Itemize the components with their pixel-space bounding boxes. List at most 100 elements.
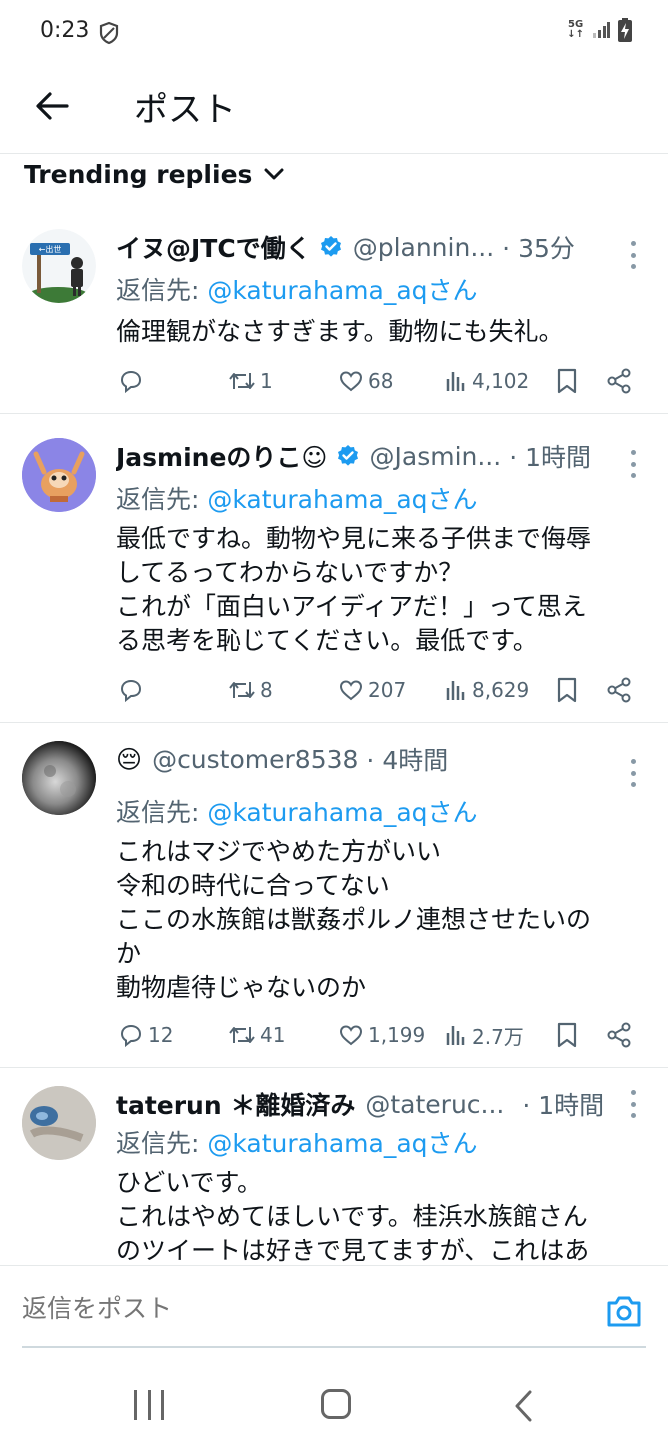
reply-button[interactable] — [118, 363, 148, 399]
avatar[interactable] — [22, 438, 96, 512]
avatar-image — [22, 1086, 96, 1160]
like-count: 68 — [368, 369, 394, 393]
reply-mention-link[interactable]: @katurahama_aqさん — [207, 276, 477, 305]
bookmark-button[interactable] — [556, 363, 578, 399]
view-count: 2.7万 — [472, 1024, 524, 1049]
status-time: 0:23 — [40, 18, 90, 43]
reply-mention-link[interactable]: @katurahama_aqさん — [207, 485, 477, 514]
views-chart-icon — [446, 1026, 465, 1045]
post-text-line: のツイートは好きで見てますが、これはあ — [116, 1236, 590, 1265]
signal-icon — [593, 22, 610, 38]
display-name[interactable]: Jasmineのりこ☺ — [116, 438, 328, 474]
home-icon[interactable] — [321, 1389, 351, 1419]
share-button[interactable] — [606, 672, 632, 708]
sort-dropdown[interactable]: Trending replies — [24, 156, 284, 192]
bookmark-button[interactable] — [556, 672, 578, 708]
reply-to: 返信先: @katurahama_aqさん — [116, 1124, 478, 1160]
reply-input[interactable] — [22, 1294, 582, 1323]
user-handle[interactable]: @Jasmin... — [370, 442, 502, 471]
recents-icon[interactable] — [134, 1390, 164, 1420]
like-button[interactable]: 1,199 — [338, 1017, 425, 1053]
views-button[interactable]: 8,629 — [444, 672, 529, 708]
view-count: 4,102 — [472, 369, 530, 393]
post-text-line: か — [116, 939, 142, 968]
post-time[interactable]: · 4時間 — [366, 741, 448, 777]
reply-to: 返信先: @katurahama_aqさん — [116, 271, 478, 307]
display-name[interactable]: 😔 — [116, 745, 142, 774]
avatar[interactable] — [22, 1086, 96, 1160]
sort-label: Trending replies — [24, 159, 253, 189]
bookmark-icon — [557, 677, 577, 703]
post-header: イヌ@JTCで働く @plannin... · 35分 — [116, 229, 646, 265]
reply-mention-link[interactable]: @katurahama_aqさん — [207, 798, 477, 827]
reply-post[interactable]: taterun ＊離婚済み @tateruc... · 1時間 返信先: @ka… — [0, 1068, 668, 1265]
avatar[interactable]: ←出世 — [22, 229, 96, 303]
reply-button[interactable] — [118, 672, 148, 708]
more-options-icon[interactable] — [628, 450, 638, 478]
page-title: ポスト — [134, 90, 236, 130]
post-body: ひどいです。 これはやめてほしいです。桂浜水族館さん のツイートは好きで見てます… — [116, 1166, 638, 1265]
share-button[interactable] — [606, 1017, 632, 1053]
like-count: 1,199 — [368, 1023, 426, 1047]
user-handle[interactable]: @customer8538 — [152, 745, 358, 774]
post-time[interactable]: · 35分 — [502, 229, 575, 265]
shield-icon — [99, 21, 119, 45]
repost-count: 8 — [260, 678, 273, 702]
post-body: 最低ですね。動物や見に来る子供まで侮辱 してるってわからないですか？ これが「面… — [116, 522, 638, 658]
back-button[interactable] — [30, 84, 74, 128]
post-time[interactable]: · 1時間 — [509, 438, 591, 474]
post-actions: 8 207 8,629 — [0, 672, 668, 708]
avatar[interactable] — [22, 741, 96, 815]
share-button[interactable] — [606, 363, 632, 399]
display-name[interactable]: イヌ@JTCで働く — [116, 229, 311, 265]
bookmark-button[interactable] — [556, 1017, 578, 1053]
repost-count: 1 — [260, 369, 273, 393]
camera-icon[interactable] — [606, 1294, 642, 1328]
avatar-image — [22, 438, 96, 512]
replies-feed[interactable]: ←出世 イヌ@JTCで働く @plannin... · 35分 返信先: @ka… — [0, 205, 668, 1265]
display-name[interactable]: taterun ＊離婚済み — [116, 1086, 355, 1122]
data-arrows-icon: ↓↑ — [567, 29, 584, 40]
avatar-image: ←出世 — [22, 229, 96, 303]
reply-post[interactable]: Jasmineのりこ☺ @Jasmin... · 1時間 返信先: @katur… — [0, 414, 668, 723]
reply-to-prefix: 返信先: — [116, 1129, 208, 1158]
views-button[interactable]: 2.7万 — [444, 1017, 524, 1053]
like-button[interactable]: 207 — [338, 672, 406, 708]
reply-count: 12 — [148, 1023, 174, 1047]
post-header: Jasmineのりこ☺ @Jasmin... · 1時間 — [116, 438, 646, 474]
reply-mention-link[interactable]: @katurahama_aqさん — [207, 1129, 477, 1158]
like-button[interactable]: 68 — [338, 363, 393, 399]
reply-to: 返信先: @katurahama_aqさん — [116, 480, 478, 516]
views-chart-icon — [446, 372, 465, 391]
svg-text:←出世: ←出世 — [39, 244, 62, 254]
post-actions: 1 68 4,102 — [0, 363, 668, 399]
reply-to-prefix: 返信先: — [116, 276, 208, 305]
battery-charging-icon — [618, 18, 632, 42]
more-options-icon[interactable] — [628, 1090, 638, 1118]
verified-badge-icon — [337, 445, 358, 466]
more-options-icon[interactable] — [628, 759, 638, 787]
reply-icon — [120, 370, 142, 394]
repost-button[interactable]: 1 — [228, 363, 273, 399]
reply-post[interactable]: ←出世 イヌ@JTCで働く @plannin... · 35分 返信先: @ka… — [0, 205, 668, 414]
view-count: 8,629 — [472, 678, 530, 702]
back-icon[interactable] — [512, 1390, 536, 1422]
post-text-line: これが「面白いアイディアだ！」って思え — [116, 592, 587, 621]
repost-button[interactable]: 41 — [228, 1017, 285, 1053]
reply-to: 返信先: @katurahama_aqさん — [116, 793, 478, 829]
reply-post[interactable]: 😔 @customer8538 · 4時間 返信先: @katurahama_a… — [0, 723, 668, 1068]
user-handle[interactable]: @plannin... — [353, 233, 494, 262]
share-icon — [607, 677, 631, 703]
repost-button[interactable]: 8 — [228, 672, 273, 708]
post-header: 😔 @customer8538 · 4時間 — [116, 741, 646, 777]
post-body: これはマジでやめた方がいい 令和の時代に合ってない ここの水族館は獣姦ポルノ連想… — [116, 835, 638, 1005]
more-options-icon[interactable] — [628, 241, 638, 269]
reply-button[interactable]: 12 — [118, 1017, 173, 1053]
views-button[interactable]: 4,102 — [444, 363, 529, 399]
user-handle[interactable]: @tateruc... — [365, 1090, 504, 1119]
post-text-line: これはやめてほしいです。桂浜水族館さん — [116, 1202, 588, 1231]
post-body: 倫理観がなさすぎます。動物にも失礼。 — [116, 315, 638, 349]
post-time[interactable]: · 1時間 — [522, 1086, 604, 1122]
app-header: ポスト — [0, 66, 668, 154]
network-indicator: 5G ↓↑ — [567, 20, 584, 40]
